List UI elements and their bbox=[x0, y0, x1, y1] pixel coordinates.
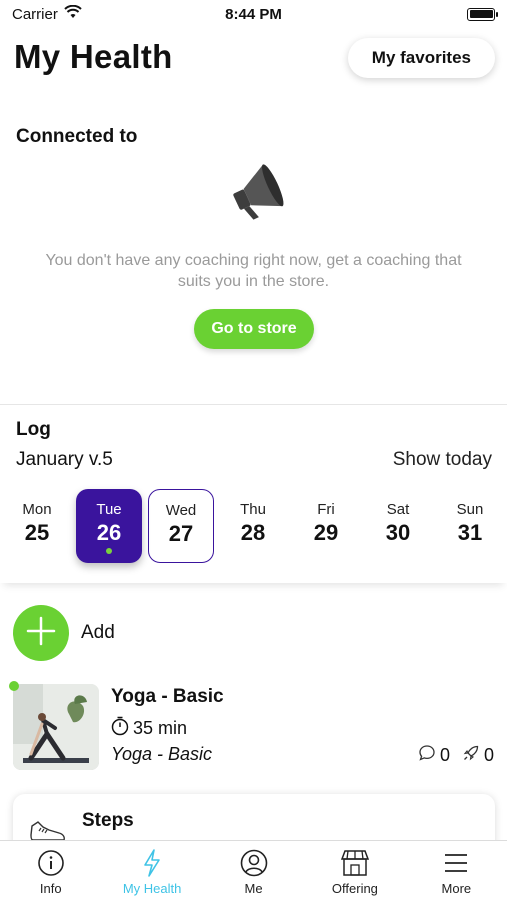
day-number: 29 bbox=[313, 520, 339, 545]
day-number: 25 bbox=[24, 520, 50, 545]
plus-icon bbox=[26, 616, 56, 651]
page-title: My Health bbox=[14, 38, 173, 75]
day-mon[interactable]: Mon 25 bbox=[4, 489, 70, 563]
activity-stats: 0 0 bbox=[418, 744, 494, 767]
week-day-selector: Mon 25 Tue 26 Wed 27 Thu 28 Fri 29 Sat 3… bbox=[0, 489, 507, 563]
day-number: 28 bbox=[240, 520, 266, 545]
day-name: Wed bbox=[165, 502, 197, 519]
day-number: 26 bbox=[96, 520, 122, 545]
status-bar: Carrier 8:44 PM bbox=[0, 0, 507, 28]
stopwatch-icon bbox=[111, 716, 129, 741]
tab-bar: Info My Health Me Offering More bbox=[0, 840, 507, 900]
day-wed-today[interactable]: Wed 27 bbox=[148, 489, 214, 563]
day-name: Mon bbox=[22, 501, 52, 518]
connected-title: Connected to bbox=[16, 126, 138, 147]
add-button[interactable] bbox=[13, 605, 69, 661]
log-title: Log bbox=[16, 419, 51, 440]
comment-icon bbox=[418, 744, 436, 767]
log-section: Log January v.5 Show today Mon 25 Tue 26… bbox=[0, 405, 507, 583]
kudos-stat[interactable]: 0 bbox=[462, 744, 494, 767]
info-icon bbox=[37, 849, 65, 877]
activity-dot bbox=[106, 548, 112, 554]
day-name: Fri bbox=[317, 501, 335, 518]
tab-my-health[interactable]: My Health bbox=[101, 841, 202, 900]
activity-duration: 35 min bbox=[111, 716, 187, 741]
kudos-count: 0 bbox=[483, 745, 494, 765]
day-name: Sun bbox=[456, 501, 484, 518]
connected-section: Connected to You don't have any coaching… bbox=[0, 112, 507, 404]
header: My Health My favorites bbox=[0, 36, 507, 84]
wifi-icon bbox=[64, 4, 82, 23]
go-to-store-button[interactable]: Go to store bbox=[194, 309, 314, 349]
duration-text: 35 min bbox=[133, 718, 188, 738]
status-dot bbox=[9, 681, 19, 691]
day-number: 30 bbox=[385, 520, 411, 545]
empty-coaching-message: You don't have any coaching right now, g… bbox=[45, 252, 462, 290]
day-sat[interactable]: Sat 30 bbox=[365, 489, 431, 563]
rocket-icon bbox=[462, 744, 480, 767]
log-week-label: January v.5 bbox=[16, 449, 113, 470]
store-icon bbox=[340, 849, 370, 877]
activity-title: Yoga - Basic bbox=[111, 686, 224, 707]
activity-subtitle: Yoga - Basic bbox=[111, 744, 213, 764]
tab-me[interactable]: Me bbox=[203, 841, 304, 900]
my-favorites-button[interactable]: My favorites bbox=[347, 38, 495, 78]
day-fri[interactable]: Fri 29 bbox=[293, 489, 359, 563]
carrier-label: Carrier bbox=[12, 5, 58, 23]
tab-label: My Health bbox=[122, 881, 182, 896]
steps-title: Steps bbox=[82, 810, 134, 831]
add-label[interactable]: Add bbox=[81, 622, 115, 644]
activity-item[interactable]: Yoga - Basic 35 min Yoga - Basic 0 0 bbox=[0, 681, 507, 774]
megaphone-icon bbox=[224, 160, 288, 224]
day-name: Thu bbox=[240, 501, 266, 518]
day-number: 27 bbox=[168, 521, 194, 546]
day-sun[interactable]: Sun 31 bbox=[437, 489, 503, 563]
tab-label: Me bbox=[244, 881, 263, 896]
comments-count: 0 bbox=[439, 745, 450, 765]
tab-info[interactable]: Info bbox=[0, 841, 101, 900]
day-tue-selected[interactable]: Tue 26 bbox=[76, 489, 142, 563]
day-number: 31 bbox=[457, 520, 483, 545]
day-name: Sat bbox=[386, 501, 410, 518]
menu-icon bbox=[443, 849, 469, 877]
comments-stat[interactable]: 0 bbox=[418, 744, 450, 767]
day-thu[interactable]: Thu 28 bbox=[220, 489, 286, 563]
day-name: Tue bbox=[96, 501, 122, 518]
yoga-thumbnail bbox=[13, 684, 99, 770]
tab-offering[interactable]: Offering bbox=[304, 841, 405, 900]
tab-label: Offering bbox=[331, 881, 378, 896]
battery-icon bbox=[467, 7, 498, 21]
lightning-icon bbox=[142, 849, 162, 877]
show-today-button[interactable]: Show today bbox=[393, 449, 492, 471]
tab-more[interactable]: More bbox=[406, 841, 507, 900]
tab-label: More bbox=[441, 881, 472, 896]
tab-label: Info bbox=[39, 881, 62, 896]
person-icon bbox=[240, 849, 268, 877]
